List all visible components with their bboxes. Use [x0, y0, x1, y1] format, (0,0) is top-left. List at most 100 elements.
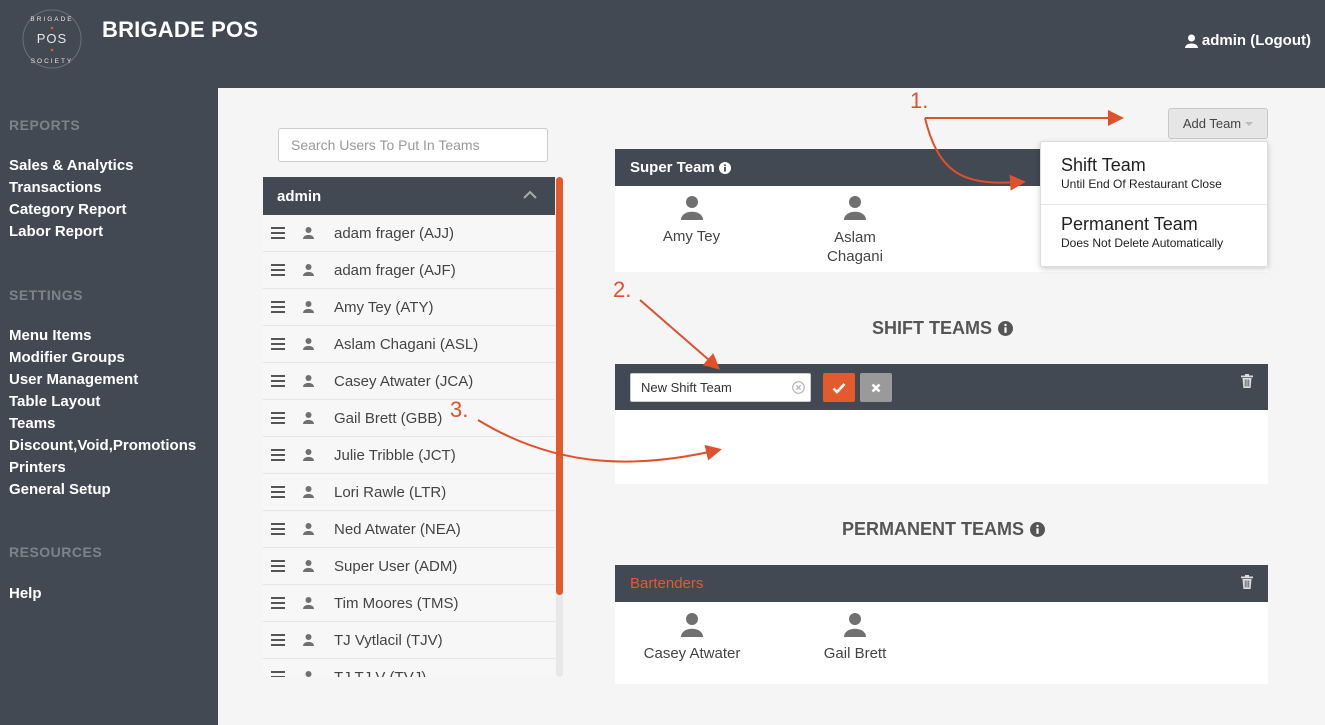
user-list-row[interactable]: adam frager (AJF): [263, 252, 555, 289]
drag-handle-icon[interactable]: [271, 634, 285, 646]
drag-handle-icon[interactable]: [271, 412, 285, 424]
bartenders-team-panel: Bartenders Casey Atwater Gail Brett: [615, 565, 1268, 684]
user-list-row[interactable]: Lori Rawle (LTR): [263, 474, 555, 511]
confirm-team-button[interactable]: [823, 373, 855, 402]
trash-icon[interactable]: [1241, 374, 1253, 388]
sidebar-item-menu-items[interactable]: Menu Items: [9, 327, 92, 344]
drag-handle-icon[interactable]: [271, 671, 285, 677]
user-icon: [1184, 34, 1198, 48]
option-subtitle: Until End Of Restaurant Close: [1061, 177, 1222, 191]
user-list-row[interactable]: Julie Tribble (JCT): [263, 437, 555, 474]
sidebar-item-modifier-groups[interactable]: Modifier Groups: [9, 349, 125, 366]
annotation-step-1: 1.: [910, 88, 929, 113]
drag-handle-icon[interactable]: [271, 375, 285, 387]
person-icon: [303, 560, 314, 572]
team-member[interactable]: Gail Brett: [810, 613, 900, 662]
drag-handle-icon[interactable]: [271, 597, 285, 609]
person-icon: [303, 523, 314, 535]
user-list-row[interactable]: Casey Atwater (JCA): [263, 363, 555, 400]
chevron-up-icon[interactable]: [523, 190, 537, 200]
user-name: Lori Rawle (LTR): [334, 483, 447, 501]
user-list-row[interactable]: Super User (ADM): [263, 548, 555, 585]
user-list-row[interactable]: TJ TJ V (TVJ): [263, 659, 555, 677]
user-list-row[interactable]: Amy Tey (ATY): [263, 289, 555, 326]
shift-team-name-input[interactable]: [630, 373, 811, 402]
person-icon: [303, 597, 314, 609]
team-member[interactable]: Aslam Chagani: [815, 196, 895, 266]
shift-teams-heading: SHIFT TEAMS: [872, 318, 1013, 339]
member-name: Aslam Chagani: [827, 229, 883, 265]
user-list-header-label: admin: [277, 187, 322, 205]
sidebar: REPORTS Sales & Analytics Transactions C…: [0, 88, 218, 725]
team-member[interactable]: Casey Atwater: [637, 613, 747, 662]
dropdown-divider: [1041, 204, 1267, 205]
drag-handle-icon[interactable]: [271, 449, 285, 461]
sidebar-item-category-report[interactable]: Category Report: [9, 201, 127, 218]
bartenders-team-header: Bartenders: [615, 565, 1268, 602]
new-shift-team-panel: [615, 364, 1268, 484]
user-logout-link[interactable]: admin (Logout): [1184, 32, 1311, 49]
drag-handle-icon[interactable]: [271, 338, 285, 350]
drag-handle-icon[interactable]: [271, 301, 285, 313]
dropdown-option-permanent-team[interactable]: Permanent Team Does Not Delete Automatic…: [1041, 214, 1267, 250]
sidebar-item-help[interactable]: Help: [9, 585, 42, 602]
user-name: TJ Vytlacil (TJV): [334, 631, 443, 649]
user-name: Amy Tey (ATY): [334, 298, 434, 316]
person-icon: [305, 671, 312, 677]
sidebar-item-printers[interactable]: Printers: [9, 459, 66, 476]
new-shift-team-header: [615, 364, 1268, 410]
user-list-row[interactable]: Tim Moores (TMS): [263, 585, 555, 622]
permanent-teams-heading: PERMANENT TEAMS: [842, 519, 1046, 540]
person-icon: [844, 196, 866, 220]
svg-text:POS: POS: [37, 31, 67, 46]
permanent-teams-title: PERMANENT TEAMS: [842, 519, 1025, 539]
add-team-button[interactable]: Add Team: [1168, 108, 1268, 139]
clear-input-icon[interactable]: [792, 381, 805, 394]
main-content: admin adam frager (AJJ) adam frager (AJF)…: [218, 88, 1325, 725]
drag-handle-icon[interactable]: [271, 264, 285, 276]
user-list-row[interactable]: TJ Vytlacil (TJV): [263, 622, 555, 659]
sidebar-heading-settings: SETTINGS: [9, 287, 84, 303]
user-list-row[interactable]: Gail Brett (GBB): [263, 400, 555, 437]
trash-icon[interactable]: [1241, 575, 1253, 589]
user-list-header[interactable]: admin: [263, 177, 555, 215]
sidebar-item-transactions[interactable]: Transactions: [9, 179, 102, 196]
sidebar-item-user-management[interactable]: User Management: [9, 371, 138, 388]
svg-text:SOCIETY: SOCIETY: [31, 58, 74, 65]
drag-handle-icon[interactable]: [271, 523, 285, 535]
drag-handle-icon[interactable]: [271, 560, 285, 572]
sidebar-item-discount-void-promotions[interactable]: Discount,Void,Promotions: [9, 437, 196, 454]
drag-handle-icon[interactable]: [271, 486, 285, 498]
search-users-input[interactable]: [278, 128, 548, 162]
app-brand: BRIGADE POS: [102, 17, 259, 42]
user-list-row[interactable]: adam frager (AJJ): [263, 215, 555, 252]
member-name: Casey Atwater: [643, 645, 741, 662]
sidebar-item-labor-report[interactable]: Labor Report: [9, 223, 103, 240]
person-icon: [303, 375, 314, 387]
user-name: Gail Brett (GBB): [334, 409, 443, 427]
info-icon[interactable]: [1030, 522, 1046, 537]
sidebar-heading-reports: REPORTS: [9, 117, 81, 133]
sidebar-item-table-layout[interactable]: Table Layout: [9, 393, 100, 410]
info-icon[interactable]: [718, 161, 731, 174]
shift-teams-title: SHIFT TEAMS: [872, 318, 992, 338]
brigade-society-logo: BRIGADE POS SOCIETY: [22, 9, 82, 69]
dropdown-option-shift-team[interactable]: Shift Team Until End Of Restaurant Close: [1041, 155, 1267, 191]
cancel-team-button[interactable]: [860, 373, 892, 402]
team-name-link[interactable]: Bartenders: [630, 575, 703, 592]
sidebar-item-sales-analytics[interactable]: Sales & Analytics: [9, 157, 134, 174]
user-list-row[interactable]: Aslam Chagani (ASL): [263, 326, 555, 363]
sidebar-item-general-setup[interactable]: General Setup: [9, 481, 111, 498]
person-icon: [303, 449, 314, 461]
option-subtitle: Does Not Delete Automatically: [1061, 236, 1224, 250]
drag-handle-icon[interactable]: [271, 227, 285, 239]
user-list-row[interactable]: Ned Atwater (NEA): [263, 511, 555, 548]
super-team-title: Super Team: [630, 159, 715, 176]
team-member[interactable]: Amy Tey: [655, 196, 728, 245]
user-list-scrollbar-thumb[interactable]: [556, 177, 563, 595]
svg-text:BRIGADE: BRIGADE: [30, 16, 73, 23]
sidebar-item-teams[interactable]: Teams: [9, 415, 55, 432]
info-icon[interactable]: [998, 321, 1013, 336]
person-icon: [681, 613, 703, 637]
user-name: Super User (ADM): [334, 557, 458, 575]
